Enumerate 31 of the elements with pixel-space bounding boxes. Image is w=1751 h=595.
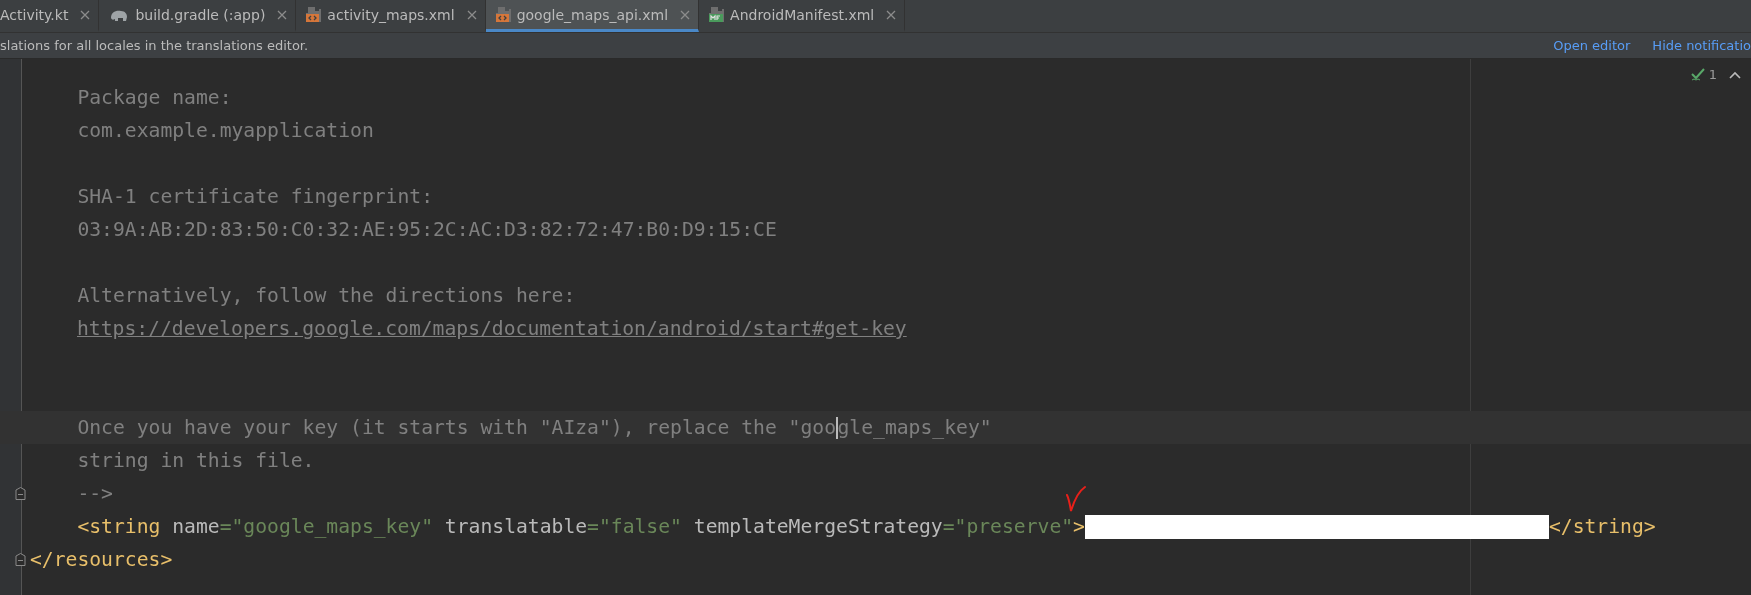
comment-text: SHA-1 certificate fingerprint: (76, 185, 433, 208)
code-text: <string name="google_maps_key" translatable="false" templateMergeStrategy="preserve"> (76, 515, 1085, 538)
comment-text: 03:9A:AB:2D:83:50:C0:32:AE:95:2C:AC:D3:82:72:47:B0:D9:15:CE (76, 218, 777, 241)
inspection-count: 1 (1708, 67, 1717, 82)
close-icon[interactable] (466, 9, 477, 20)
close-icon[interactable] (277, 9, 288, 20)
close-icon[interactable] (886, 9, 897, 20)
xml-file-icon (495, 7, 511, 22)
comment-text: Once you have your key (it starts with "AIza"), replace the "google_maps_key" (76, 415, 992, 440)
comment-text: string in this file. (76, 449, 315, 472)
close-icon[interactable] (80, 9, 91, 20)
check-icon[interactable] (1690, 68, 1705, 81)
code-text: </string> (1548, 515, 1656, 538)
chevron-up-icon[interactable] (1729, 70, 1741, 79)
close-icon[interactable] (680, 9, 691, 20)
notification-link[interactable]: Open editor (1553, 38, 1631, 53)
comment-text: --> (76, 482, 113, 505)
file-tab[interactable]: Activity.kt (0, 0, 100, 32)
comment-text: Package name: (76, 86, 232, 109)
code-text: </resources> (30, 548, 173, 571)
comment-text: com.example.myapplication (76, 119, 374, 142)
check-mark-icon (1064, 484, 1087, 513)
manifest-file-icon (709, 7, 725, 22)
notification-text: slations for all locales in the translations editor. (0, 38, 310, 53)
notification-link[interactable]: Hide notificatio (1652, 38, 1751, 53)
documentation-link[interactable]: https://developers.google.com/maps/documentation/android/start#get-key (77, 317, 907, 340)
xml-file-icon (306, 7, 322, 22)
comment-text: Alternatively, follow the directions here: (76, 284, 576, 307)
file-tab[interactable]: google_maps_api.xml (485, 0, 700, 32)
fold-icon[interactable] (14, 487, 27, 500)
fold-icon[interactable] (14, 553, 27, 566)
